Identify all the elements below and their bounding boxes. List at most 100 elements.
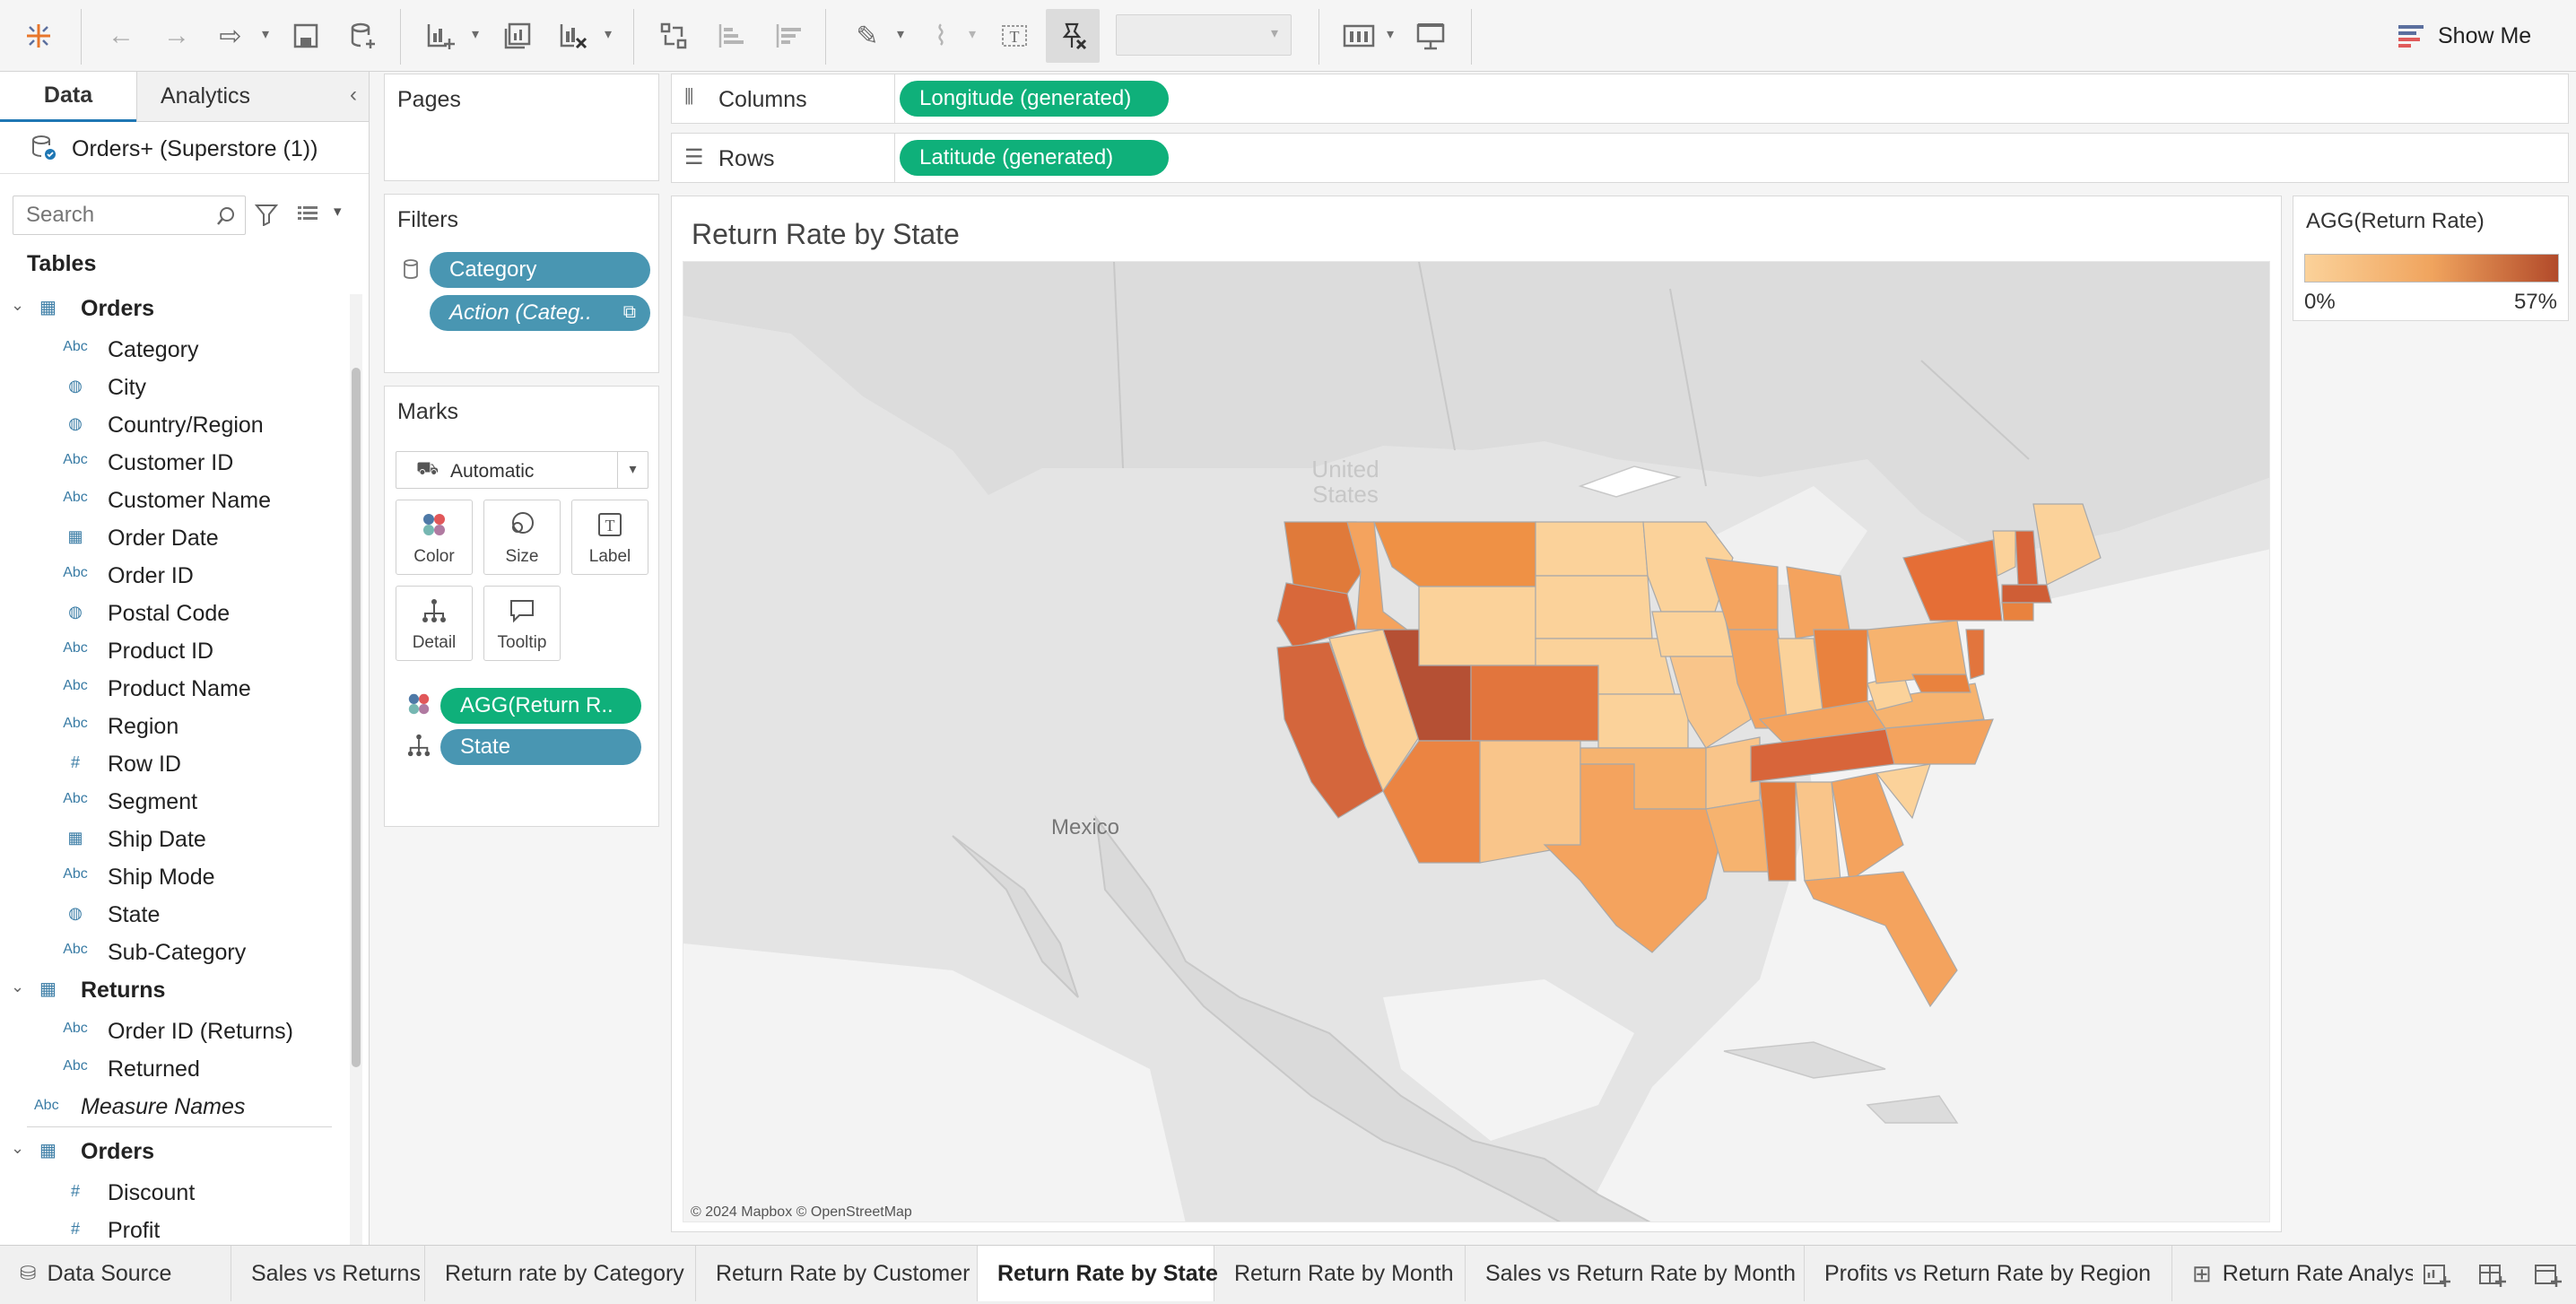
fit-dropdown[interactable]: ▾ <box>1116 14 1292 56</box>
show-cards-dropdown-icon[interactable]: ▾ <box>1387 25 1394 43</box>
field-item[interactable]: Abc Order ID <box>0 556 341 594</box>
view-options-icon[interactable] <box>296 203 319 226</box>
presentation-mode-icon[interactable] <box>1410 16 1451 56</box>
field-item[interactable]: Abc Ship Mode <box>0 857 341 895</box>
undo-icon[interactable]: ← <box>100 16 142 56</box>
field-item[interactable]: # Profit <box>0 1211 341 1245</box>
state-ohio[interactable] <box>1813 629 1868 711</box>
new-datasource-icon[interactable] <box>343 16 384 56</box>
replay-dropdown-icon[interactable]: ▾ <box>262 25 269 43</box>
rows-pill-latitude[interactable]: Latitude (generated) <box>900 140 1169 176</box>
group-members-icon[interactable]: ⌇ <box>920 16 962 56</box>
sheet-tab[interactable]: Sales vs Returns <box>231 1246 425 1301</box>
replay-icon[interactable]: ⇨ <box>210 16 251 56</box>
mark-type-dropdown[interactable]: ⛟ Automatic ▾ <box>396 451 648 489</box>
filter-pill-action[interactable]: Action (Categ.. ⧉ <box>430 295 650 331</box>
new-worksheet-tab-icon[interactable] <box>2422 1260 2450 1289</box>
collapse-pane-icon[interactable]: ‹ <box>350 83 357 108</box>
redo-icon[interactable]: → <box>156 16 197 56</box>
field-item[interactable]: # Row ID <box>0 744 341 782</box>
view-options-dropdown-icon[interactable]: ▾ <box>334 203 342 221</box>
tab-analytics[interactable]: Analytics ‹ <box>136 72 369 122</box>
sheet-tab[interactable]: Return rate by Category <box>425 1246 696 1301</box>
field-item[interactable]: Abc Returned <box>0 1049 341 1087</box>
new-dashboard-tab-icon[interactable] <box>2477 1260 2506 1289</box>
detail-button[interactable]: Detail <box>396 586 473 661</box>
state-iowa[interactable] <box>1651 611 1734 657</box>
field-item[interactable]: ◍ City <box>0 368 341 405</box>
sheet-tab[interactable]: Profits vs Return Rate by Region <box>1805 1246 2172 1301</box>
sheet-tab[interactable]: Return Rate by Month <box>1214 1246 1466 1301</box>
field-item[interactable]: Abc Category <box>0 330 341 368</box>
sort-descending-icon[interactable] <box>768 16 809 56</box>
size-button[interactable]: Size <box>483 500 561 575</box>
field-item[interactable]: ▦ Ship Date <box>0 820 341 857</box>
field-item-measure-names[interactable]: Abc Measure Names <box>0 1087 341 1125</box>
state-vermont[interactable] <box>1992 530 2016 577</box>
field-item[interactable]: Abc Order ID (Returns) <box>0 1012 341 1049</box>
expand-chevron-icon[interactable]: ⌄ <box>11 978 24 996</box>
columns-pill-longitude[interactable]: Longitude (generated) <box>900 81 1169 117</box>
show-mark-labels-icon[interactable]: T <box>994 16 1035 56</box>
state-connecticut[interactable] <box>2001 602 2034 622</box>
show-cards-icon[interactable] <box>1338 16 1379 56</box>
search-input[interactable] <box>13 196 206 234</box>
clear-sheet-icon[interactable] <box>553 16 594 56</box>
sheet-tab[interactable]: ⊞ Return Rate Analysis <box>2172 1246 2413 1301</box>
filters-shelf[interactable]: Filters Category Action (Categ.. ⧉ <box>384 194 659 373</box>
color-legend[interactable]: AGG(Return Rate) 0% 57% <box>2293 196 2569 321</box>
field-item[interactable]: Abc Sub-Category <box>0 933 341 970</box>
state-maryland[interactable] <box>1911 674 1971 693</box>
field-item[interactable]: Abc Customer ID <box>0 443 341 481</box>
sheet-tab[interactable]: Sales vs Return Rate by Month <box>1466 1246 1805 1301</box>
state-michigan[interactable] <box>1786 566 1850 639</box>
group-dropdown-icon[interactable]: ▾ <box>969 25 976 43</box>
sheet-tab[interactable]: Return Rate by Customer <box>696 1246 978 1301</box>
table-group-header[interactable]: ⌄ ▦ Returns <box>0 970 341 1008</box>
state-massachusetts[interactable] <box>2001 584 2052 604</box>
search-box[interactable] <box>13 196 246 235</box>
state-new-hampshire[interactable] <box>2015 530 2039 586</box>
field-item[interactable]: ◍ Country/Region <box>0 405 341 443</box>
new-story-tab-icon[interactable] <box>2533 1260 2562 1289</box>
table-group-header[interactable]: ⌄ ▦ Orders <box>0 289 341 326</box>
field-item[interactable]: Abc Segment <box>0 782 341 820</box>
field-item[interactable]: ◍ State <box>0 895 341 933</box>
field-item[interactable]: ◍ Postal Code <box>0 594 341 631</box>
sheet-tab[interactable]: Return Rate by State <box>978 1246 1218 1301</box>
field-item[interactable]: Abc Region <box>0 707 341 744</box>
field-item[interactable]: Abc Customer Name <box>0 481 341 518</box>
state-south-dakota[interactable] <box>1535 575 1653 639</box>
filter-fields-icon[interactable] <box>255 203 278 226</box>
new-worksheet-dropdown-icon[interactable]: ▾ <box>472 25 479 43</box>
marks-pill-return-rate[interactable]: AGG(Return R.. <box>440 688 641 724</box>
field-item[interactable]: # Discount <box>0 1173 341 1211</box>
state-kansas[interactable] <box>1597 693 1689 749</box>
tab-data[interactable]: Data <box>0 72 136 122</box>
map-canvas[interactable]: United States Mexico © 2024 Mapbox © Ope… <box>683 261 2270 1222</box>
swap-rows-columns-icon[interactable] <box>653 16 694 56</box>
sheet-tab[interactable]: ⛁ Data Source <box>0 1246 231 1301</box>
table-group-header[interactable]: ⌄ ▦ Orders <box>0 1132 341 1169</box>
sort-ascending-icon[interactable] <box>710 16 752 56</box>
field-list-scrollbar[interactable] <box>350 294 362 1245</box>
state-north-dakota[interactable] <box>1535 521 1649 577</box>
expand-chevron-icon[interactable]: ⌄ <box>11 296 24 315</box>
save-icon[interactable] <box>285 16 326 56</box>
rows-shelf[interactable]: ☰ Rows Latitude (generated) <box>671 133 2569 183</box>
clear-sheet-dropdown-icon[interactable]: ▾ <box>605 25 612 43</box>
field-item[interactable]: Abc Product ID <box>0 631 341 669</box>
tooltip-button[interactable]: Tooltip <box>483 586 561 661</box>
columns-shelf[interactable]: ⦀ Columns Longitude (generated) <box>671 74 2569 124</box>
field-item[interactable]: ▦ Order Date <box>0 518 341 556</box>
state-wyoming[interactable] <box>1418 586 1536 666</box>
highlight-dropdown-icon[interactable]: ▾ <box>897 25 904 43</box>
field-item[interactable]: Abc Product Name <box>0 669 341 707</box>
new-worksheet-icon[interactable] <box>420 16 461 56</box>
pages-shelf[interactable]: Pages <box>384 74 659 181</box>
highlight-icon[interactable]: ✎ <box>847 16 888 56</box>
duplicate-sheet-icon[interactable] <box>497 16 538 56</box>
datasource-row[interactable]: Orders+ (Superstore (1)) <box>0 122 369 174</box>
filter-pill-category[interactable]: Category <box>430 252 650 288</box>
label-button[interactable]: T Label <box>571 500 648 575</box>
